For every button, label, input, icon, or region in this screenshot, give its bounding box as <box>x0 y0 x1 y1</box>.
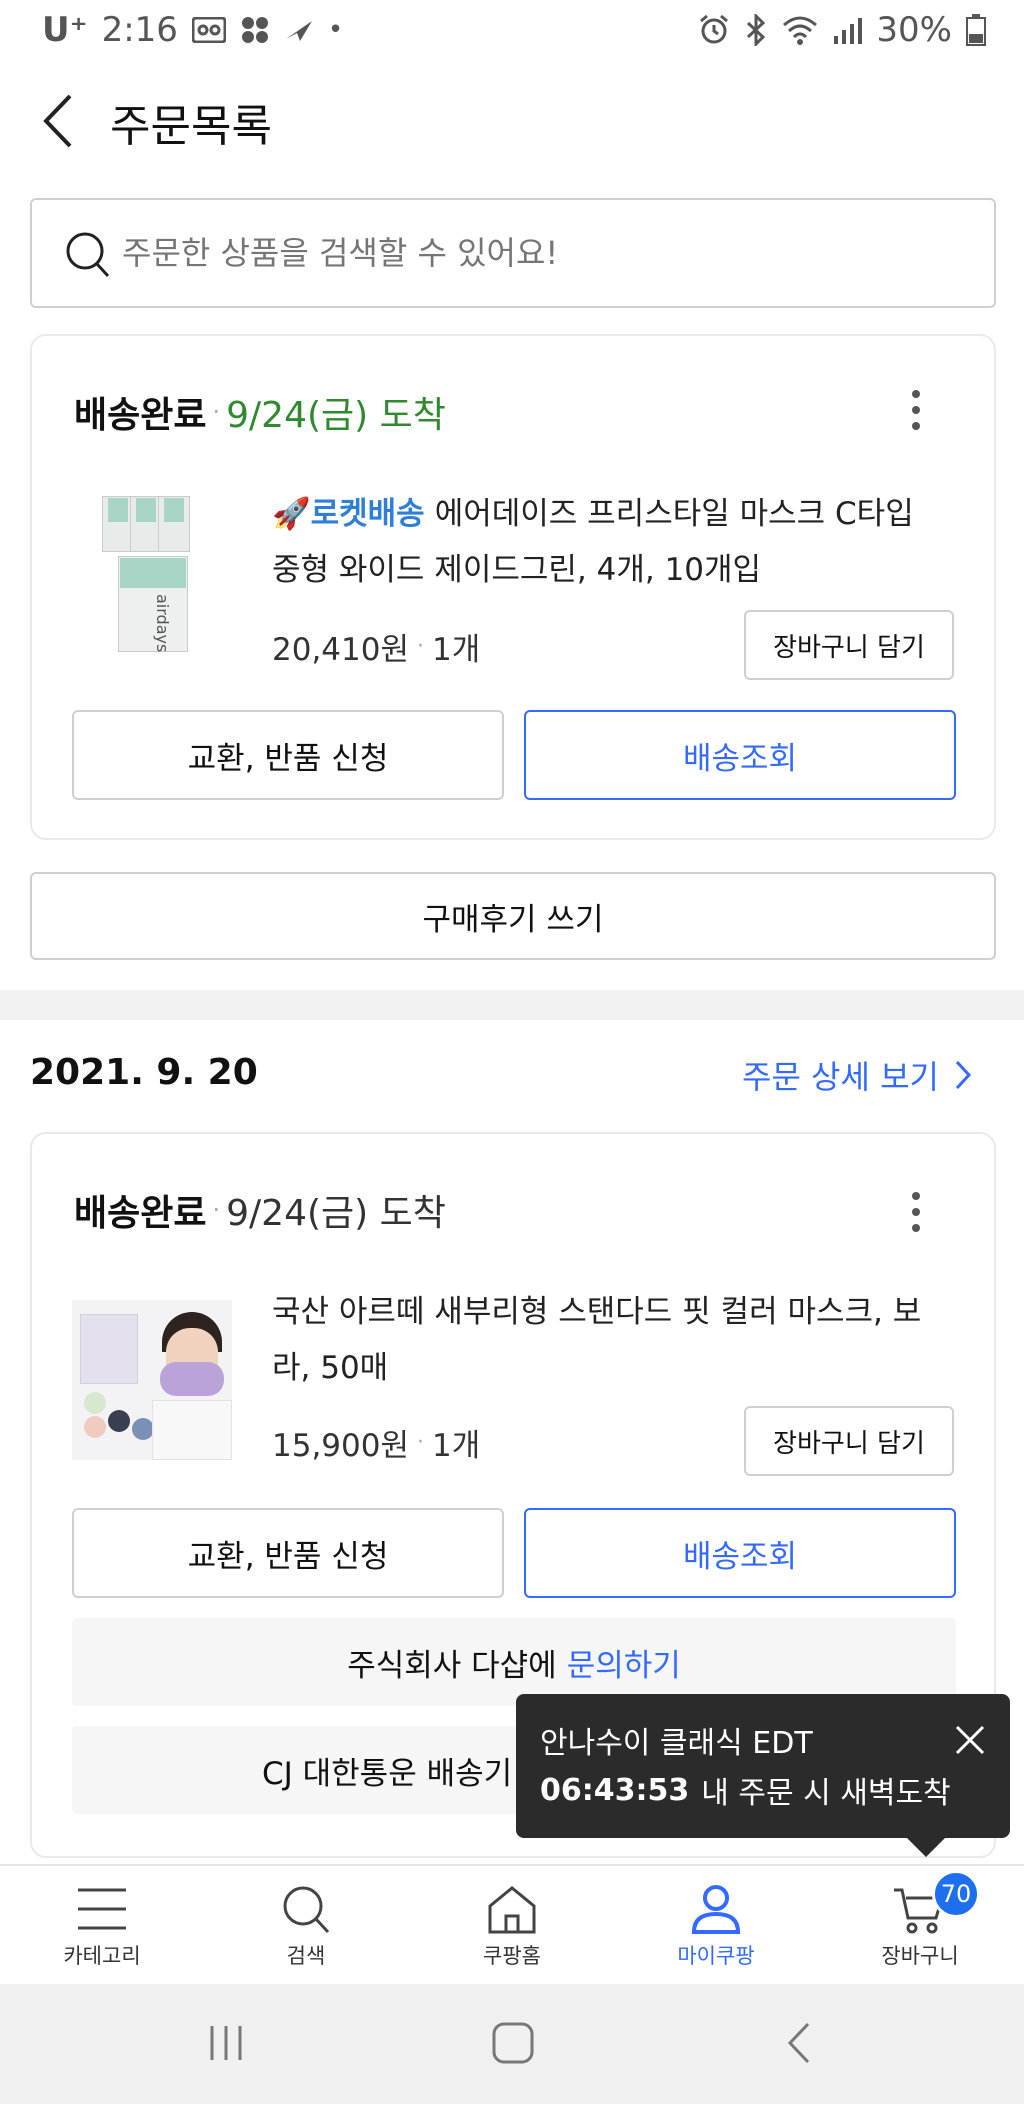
section-divider <box>0 990 1024 1020</box>
separator-dot: · <box>417 1430 424 1455</box>
arrival-date: 9/24(금) 도착 <box>226 1193 446 1234</box>
battery-level: 30% <box>876 10 952 50</box>
delivery-status: 배송완료 <box>74 395 207 436</box>
wifi-icon <box>783 16 818 45</box>
order-search-box[interactable] <box>30 198 996 308</box>
more-options-icon[interactable] <box>908 388 924 432</box>
chevron-right-icon <box>955 1060 972 1090</box>
page-title: 주문목록 <box>110 101 272 152</box>
track-delivery-button[interactable]: 배송조회 <box>524 710 956 800</box>
more-options-icon[interactable] <box>908 1190 924 1234</box>
home-icon <box>488 1886 536 1934</box>
system-nav-bar <box>0 1984 1024 2104</box>
product-name-line2: 라, 50매 <box>272 1350 389 1386</box>
order-detail-link[interactable]: 주문 상세 보기 <box>742 1052 973 1098</box>
home-button-icon[interactable] <box>490 2020 536 2066</box>
tooltip-product: 안나수이 클래식 EDT <box>540 1726 813 1761</box>
product-name-line2: 중형 와이드 제이드그린, 4개, 10개입 <box>272 552 762 588</box>
bluetooth-icon <box>747 14 766 46</box>
track-delivery-button[interactable]: 배송조회 <box>524 1508 956 1598</box>
product-image-text: airdays <box>153 594 172 653</box>
seller-inquiry-bar: 주식회사 다샵에 문의하기 <box>72 1618 956 1706</box>
menu-icon <box>78 1888 126 1930</box>
courier-text: CJ 대한통운 배송기 <box>262 1755 513 1792</box>
battery-icon <box>966 14 986 46</box>
nav-label: 카테고리 <box>63 1944 141 1968</box>
nav-label: 검색 <box>286 1944 326 1968</box>
clock: 2:16 <box>101 10 178 50</box>
product-price: 15,900원 <box>272 1428 409 1464</box>
separator-dot: · <box>417 634 424 659</box>
write-review-button[interactable]: 구매후기 쓰기 <box>30 872 996 960</box>
nav-category[interactable]: 카테고리 <box>22 1884 182 1970</box>
order-date: 2021. 9. 20 <box>30 1052 258 1093</box>
product-price: 20,410원 <box>272 632 409 668</box>
countdown-timer: 06:43:53 <box>540 1772 690 1808</box>
product-image[interactable] <box>72 1300 232 1460</box>
dot-icon: • <box>327 15 344 45</box>
nav-label: 장바구니 <box>881 1944 959 1968</box>
user-icon <box>691 1885 741 1934</box>
arrival-date: 9/24(금) 도착 <box>226 395 446 436</box>
product-name-line1: 에어데이즈 프리스타일 마스크 C타입 <box>434 496 914 532</box>
product-quantity: 1개 <box>432 632 481 668</box>
carrier-label: U⁺ <box>42 10 88 50</box>
product-image[interactable]: airdays <box>102 496 212 656</box>
exchange-return-button[interactable]: 교환, 반품 신청 <box>72 1508 504 1598</box>
app-header: 주문목록 <box>0 64 1024 174</box>
order-card: 배송완료 · 9/24(금) 도착 airdays 🚀로켓배송 에어데이즈 프리스… <box>30 334 996 840</box>
nav-search[interactable]: 검색 <box>226 1884 386 1970</box>
cart-badge: 70 <box>932 1870 980 1918</box>
back-arrow-icon[interactable] <box>40 92 76 150</box>
send-icon <box>285 21 312 41</box>
promo-tooltip[interactable]: 안나수이 클래식 EDT 06:43:53 내 주문 시 새벽도착 <box>516 1694 1010 1857</box>
close-icon[interactable] <box>954 1724 986 1756</box>
voicemail-icon <box>191 17 226 43</box>
recent-apps-icon[interactable] <box>206 2022 246 2064</box>
delivery-status: 배송완료 <box>74 1193 207 1234</box>
add-to-cart-button[interactable]: 장바구니 담기 <box>744 1406 954 1476</box>
separator-dot: · <box>212 398 221 426</box>
nav-home[interactable]: 쿠팡홈 <box>432 1884 592 1970</box>
alarm-icon <box>700 14 729 44</box>
order-detail-label: 주문 상세 보기 <box>742 1058 939 1096</box>
exchange-return-button[interactable]: 교환, 반품 신청 <box>72 710 504 800</box>
rocket-delivery-badge: 로켓배송 <box>310 496 425 532</box>
product-name[interactable]: 🚀로켓배송 에어데이즈 프리스타일 마스크 C타입 중형 와이드 제이드그린, 4… <box>272 486 972 598</box>
nav-my-coupang[interactable]: 마이쿠팡 <box>636 1884 796 1970</box>
apps-icon <box>241 17 268 43</box>
tooltip-message: 내 주문 시 새벽도착 <box>701 1776 951 1811</box>
back-button-icon[interactable] <box>784 2020 814 2066</box>
search-icon <box>66 232 110 278</box>
status-bar: U⁺ 2:16 • 30% <box>0 0 1024 64</box>
search-input[interactable] <box>122 224 962 282</box>
separator-dot: · <box>212 1196 221 1224</box>
nav-label: 마이쿠팡 <box>677 1944 755 1968</box>
add-to-cart-button[interactable]: 장바구니 담기 <box>744 610 954 680</box>
product-quantity: 1개 <box>432 1428 481 1464</box>
tooltip-pointer <box>906 1837 946 1857</box>
product-name-line1: 국산 아르떼 새부리형 스탠다드 핏 컬러 마스크, 보 <box>272 1294 922 1330</box>
product-name[interactable]: 국산 아르떼 새부리형 스탠다드 핏 컬러 마스크, 보 라, 50매 <box>272 1284 972 1396</box>
seller-name: 주식회사 다샵에 <box>347 1647 557 1684</box>
nav-label: 쿠팡홈 <box>483 1944 541 1968</box>
signal-icon <box>834 18 863 44</box>
seller-inquiry-link[interactable]: 문의하기 <box>567 1640 681 1685</box>
search-icon <box>283 1886 330 1934</box>
rocket-icon: 🚀 <box>272 496 311 532</box>
